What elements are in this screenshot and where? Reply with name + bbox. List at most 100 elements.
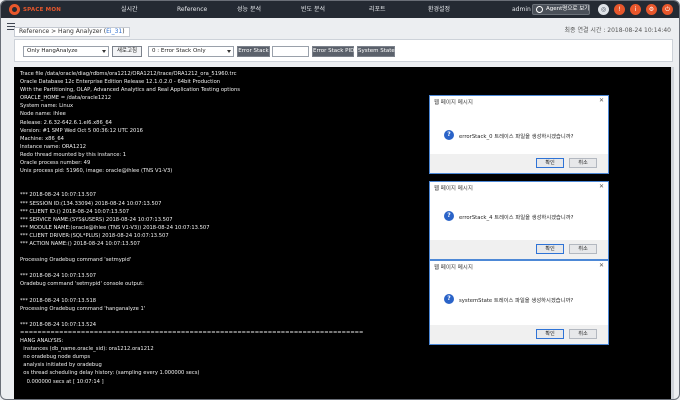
trace-line: *** 2018-08-24 10:07:13.507: [20, 273, 97, 280]
trace-line: With the Partitioning, OLAP, Advanced An…: [20, 87, 240, 94]
dialog-title: 웹 페이지 메시지: [434, 100, 473, 106]
nav-item-reference[interactable]: Reference: [177, 1, 207, 18]
vertical-scrollbar[interactable]: [671, 67, 674, 399]
dialog-message: errorStack_0 트레이스 파일을 생성하시겠습니까?: [459, 134, 574, 140]
trace-line: Version: #1 SMP Wed Oct 5 00:36:12 UTC 2…: [20, 127, 143, 134]
trace-line: *** MODULE NAME:(oracle@ihlee (TNS V1-V3…: [20, 224, 210, 231]
nav-item-realtime[interactable]: 실시간: [121, 1, 138, 18]
breadcrumb-agent: Ei_31: [106, 28, 123, 35]
breadcrumb-suffix: ): [122, 28, 125, 35]
dialog-message: errorStack_4 트레이스 파일을 생성하시겠습니까?: [459, 215, 574, 221]
last-connection-time: 최종 연결 시간 : 2018-08-24 10:14:40: [564, 27, 672, 34]
trace-line: [20, 264, 363, 272]
agent-view-label: Agent명으로 보기: [546, 6, 590, 12]
trace-line: *** SERVICE NAME:(SYS$USERS) 2018-08-24 …: [20, 216, 173, 223]
dialog-title: 웹 페이지 메시지: [434, 186, 473, 192]
breadcrumb-path: Reference > Hang Analyzer (: [19, 28, 107, 35]
trace-line: [20, 289, 363, 297]
trace-line: ========================================…: [20, 330, 364, 336]
logo[interactable]: SPACE MON: [9, 4, 61, 15]
info-icon[interactable]: i: [630, 4, 641, 15]
dialog-footer: 확인 취소: [430, 240, 608, 259]
logo-text: SPACE MON: [23, 6, 62, 13]
trace-line: *** CLIENT ID:() 2018-08-24 10:07:13.507: [20, 208, 130, 215]
trace-line: HANG ANALYSIS:: [20, 338, 64, 345]
nav-item-report[interactable]: 리포트: [369, 1, 386, 18]
trace-line: [20, 313, 363, 321]
trace-lines: Trace file /data/oracle/diag/rdbms/ora12…: [20, 70, 363, 386]
cancel-button[interactable]: 취소: [569, 329, 597, 339]
trace-line: [20, 175, 363, 183]
trace-line: Processing Oradebug command 'setmypid': [20, 257, 132, 264]
trace-line: analysis initiated by oradebug: [20, 362, 102, 369]
close-icon[interactable]: ✕: [599, 262, 604, 269]
mode-select-value: Only HangAnalyze: [27, 48, 78, 54]
nav-item-settings[interactable]: 환경설정: [428, 1, 450, 18]
top-navigation-bar: SPACE MON 실시간 Reference 성능 분석 빈도 분석 리포트 …: [1, 1, 679, 18]
trace-line: *** 2018-08-24 10:07:13.524: [20, 321, 97, 328]
close-icon[interactable]: ✕: [599, 183, 604, 190]
dialog-title: 웹 페이지 메시지: [434, 265, 473, 271]
trace-line: Machine: x86_64: [20, 135, 64, 142]
nav-item-frequency-analysis[interactable]: 빈도 분석: [301, 1, 325, 18]
control-panel: Only HangAnalyze 새로고침 0 : Error Stack On…: [14, 39, 673, 62]
close-icon[interactable]: ✕: [599, 97, 604, 104]
power-icon[interactable]: ⏻: [662, 4, 673, 15]
pid-select[interactable]: 0 : Error Stack Only: [148, 46, 234, 57]
trace-line: System name: Linux: [20, 103, 74, 110]
trace-line: *** 2018-08-24 10:07:13.507: [20, 192, 97, 199]
trace-line: Node name: ihlee: [20, 111, 66, 118]
dialog-footer: 확인 취소: [430, 154, 608, 173]
confirm-dialog-errorstack-0: 웹 페이지 메시지 ✕ ? errorStack_0 트레이스 파일을 생성하시…: [429, 95, 609, 174]
confirm-dialog-errorstack-4: 웹 페이지 메시지 ✕ ? errorStack_4 트레이스 파일을 생성하시…: [429, 181, 609, 260]
app-window: SPACE MON 실시간 Reference 성능 분석 빈도 분석 리포트 …: [0, 0, 680, 400]
cancel-button[interactable]: 취소: [569, 244, 597, 254]
mode-select[interactable]: Only HangAnalyze: [23, 46, 109, 57]
question-icon: ?: [444, 294, 454, 304]
user-name[interactable]: admin: [512, 1, 531, 18]
agent-view-button[interactable]: Agent명으로 보기: [532, 4, 590, 15]
cancel-button[interactable]: 취소: [569, 158, 597, 168]
breadcrumb: Reference > Hang Analyzer (Ei_31): [14, 27, 130, 37]
error-stack-pid-button[interactable]: Error Stack PID: [312, 46, 354, 57]
trace-line: *** CLIENT DRIVER:(SQL*PLUS) 2018-08-24 …: [20, 232, 169, 239]
refresh-icon: [536, 6, 543, 13]
alert-icon[interactable]: !: [614, 4, 625, 15]
error-stack-button[interactable]: Error Stack: [237, 46, 270, 57]
nav-item-performance-analysis[interactable]: 성능 분석: [237, 1, 261, 18]
confirm-dialog-systemstate: 웹 페이지 메시지 ✕ ? systemState 트레이스 파일을 생성하시겠…: [429, 260, 609, 345]
question-icon: ?: [444, 211, 454, 221]
trace-line: Release: 2.6.32-642.6.1.el6.x86_64: [20, 119, 112, 126]
ok-button[interactable]: 확인: [536, 244, 564, 254]
pid-input[interactable]: [272, 46, 309, 57]
trace-line: ORACLE_HOME = /data/oracle1212: [20, 95, 112, 102]
dialog-footer: 확인 취소: [430, 325, 608, 344]
trace-line: 0.000000 secs at [ 10:07:14 ]: [20, 378, 104, 385]
system-state-button[interactable]: System State: [357, 46, 395, 57]
trace-line: Redo thread mounted by this instance: 1: [20, 151, 127, 158]
question-icon: ?: [444, 130, 454, 140]
trace-line: Oradebug command 'setmypid' console outp…: [20, 281, 144, 288]
chevron-down-icon: [227, 50, 231, 53]
trace-line: os thread scheduling delay history: (sam…: [20, 370, 200, 377]
trace-line: Oracle Database 12c Enterprise Edition R…: [20, 79, 221, 86]
trace-line: Unix process pid: 51960, image: oracle@i…: [20, 168, 173, 175]
globe-icon[interactable]: ◎: [598, 4, 609, 15]
trace-line: *** ACTION NAME:() 2018-08-24 10:07:13.5…: [20, 240, 141, 247]
settings-icon[interactable]: ⚙: [646, 4, 657, 15]
dialog-message: systemState 트레이스 파일을 생성하시겠습니까?: [459, 298, 574, 304]
trace-line: Instance name: ORA1212: [20, 143, 87, 150]
trace-line: Processing Oradebug command 'hanganalyze…: [20, 305, 146, 312]
ok-button[interactable]: 확인: [536, 158, 564, 168]
ok-button[interactable]: 확인: [536, 329, 564, 339]
trace-line: instances (db_name.oracle_sid): ora1212.…: [20, 346, 154, 353]
trace-line: [20, 248, 363, 256]
pid-select-value: 0 : Error Stack Only: [152, 48, 206, 54]
trace-line: no oradebug node dumps: [20, 354, 91, 361]
logo-icon: [9, 4, 20, 15]
trace-line: [20, 183, 363, 191]
trace-line: Trace file /data/oracle/diag/rdbms/ora12…: [20, 71, 237, 77]
trace-line: *** SESSION ID:(134.33094) 2018-08-24 10…: [20, 200, 162, 207]
refresh-button[interactable]: 새로고침: [112, 46, 142, 57]
chevron-down-icon: [102, 50, 106, 53]
